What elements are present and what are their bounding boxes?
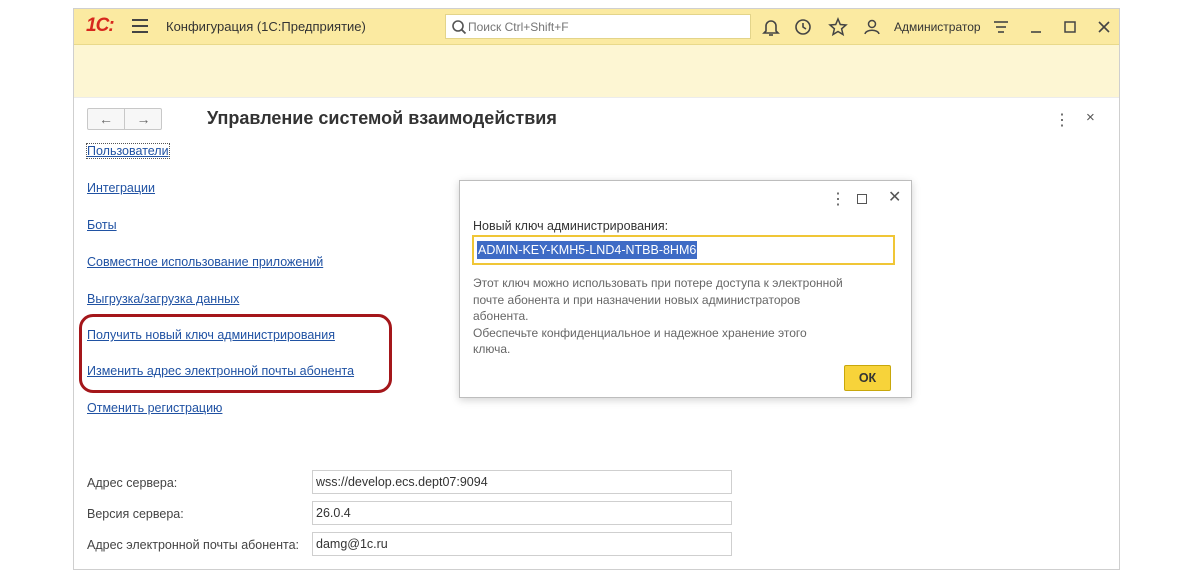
description-line: ключа. [473, 342, 511, 356]
description-line: почте абонента и при назначении новых ад… [473, 292, 801, 307]
description-line: Обеспечьте конфиденциальное и надежное х… [473, 325, 807, 340]
link-bots[interactable]: Боты [87, 218, 117, 232]
admin-key-field[interactable]: ADMIN-KEY-KMH5-LND4-NTBB-8HM6 [472, 235, 895, 265]
search-input[interactable] [468, 18, 743, 36]
admin-key-dialog: ⋮ ✕ Новый ключ администрирования: ADMIN-… [459, 180, 912, 398]
subscriber-email-field[interactable] [312, 532, 732, 556]
app-logo: 1С: [86, 15, 115, 36]
admin-key-value[interactable]: ADMIN-KEY-KMH5-LND4-NTBB-8HM6 [477, 241, 698, 259]
server-address-label: Адрес сервера: [87, 476, 178, 490]
user-icon[interactable] [861, 16, 883, 38]
dialog-maximize-icon[interactable] [857, 194, 867, 204]
dialog-more-icon[interactable]: ⋮ [830, 189, 846, 209]
server-version-field[interactable] [312, 501, 732, 525]
menu-icon[interactable] [132, 19, 148, 33]
minimize-icon[interactable] [1025, 16, 1047, 38]
settings-menu-icon[interactable] [990, 16, 1012, 38]
title-bar: 1С: Конфигурация (1С:Предприятие) Админи… [74, 9, 1119, 45]
star-icon[interactable] [827, 16, 849, 38]
close-icon[interactable] [1093, 16, 1115, 38]
navigation-buttons: ← → [87, 108, 162, 130]
user-name[interactable]: Администратор [894, 20, 981, 34]
search-icon [452, 20, 467, 35]
link-cancel-registration[interactable]: Отменить регистрацию [87, 401, 222, 415]
page-title: Управление системой взаимодействия [207, 108, 557, 128]
maximize-icon[interactable] [1059, 16, 1081, 38]
link-shared-apps[interactable]: Совместное использование приложений [87, 255, 323, 269]
subscriber-email-label: Адрес электронной почты абонента: [87, 538, 300, 552]
dialog-close-icon[interactable]: ✕ [888, 187, 901, 207]
app-title: Конфигурация (1С:Предприятие) [166, 19, 366, 34]
description-line: абонента. [473, 309, 529, 323]
ok-button[interactable]: ОК [844, 365, 891, 391]
history-icon[interactable] [792, 16, 814, 38]
bell-icon[interactable] [760, 16, 782, 38]
admin-key-label: Новый ключ администрирования: [473, 219, 669, 233]
server-version-label: Версия сервера: [87, 507, 184, 521]
main-window: 1С: Конфигурация (1С:Предприятие) Админи… [73, 8, 1120, 570]
highlight-frame [79, 314, 392, 393]
form-close-icon[interactable]: × [1086, 109, 1095, 126]
back-button[interactable]: ← [88, 109, 125, 129]
description-line: Этот ключ можно использовать при потере … [473, 276, 843, 290]
link-integrations[interactable]: Интеграции [87, 181, 155, 195]
more-actions-icon[interactable]: ⋮ [1054, 110, 1070, 130]
server-address-field[interactable] [312, 470, 732, 494]
admin-key-description: Этот ключ можно использовать при потере … [473, 275, 893, 358]
link-export-import[interactable]: Выгрузка/загрузка данных [87, 292, 239, 306]
search-box[interactable] [445, 14, 751, 39]
link-users[interactable]: Пользователи [86, 143, 170, 159]
toolbar-strip [74, 45, 1119, 98]
forward-button[interactable]: → [125, 109, 162, 129]
